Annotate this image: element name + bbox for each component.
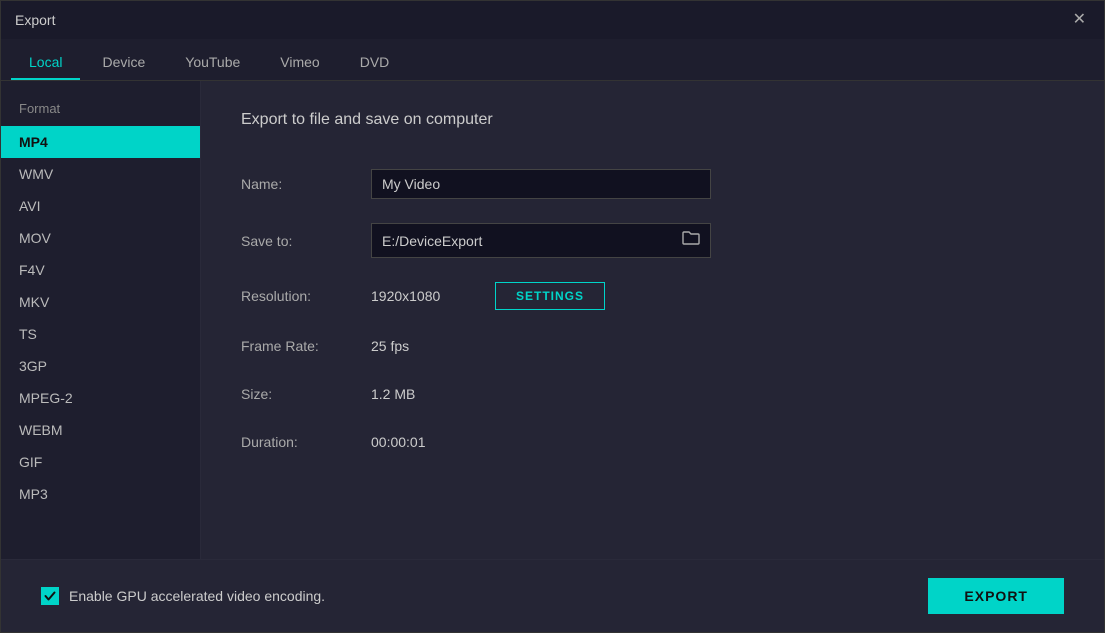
main-panel: Export to file and save on computer Name… [201,81,1104,559]
folder-icon[interactable] [682,230,700,251]
resolution-value: 1920x1080 [371,288,481,304]
duration-value: 00:00:01 [371,434,426,450]
frame-rate-value: 25 fps [371,338,409,354]
format-wmv[interactable]: WMV [1,158,200,190]
format-webm[interactable]: WEBM [1,414,200,446]
format-sidebar: Format MP4 WMV AVI MOV F4V MKV TS 3GP MP… [1,81,201,559]
settings-button[interactable]: SETTINGS [495,282,605,310]
tab-youtube[interactable]: YouTube [167,46,258,80]
tab-vimeo[interactable]: Vimeo [262,46,337,80]
format-mkv[interactable]: MKV [1,286,200,318]
format-3gp[interactable]: 3GP [1,350,200,382]
name-row-value [371,157,1064,211]
gpu-checkbox-label[interactable]: Enable GPU accelerated video encoding. [41,587,325,605]
close-button[interactable]: ✕ [1069,10,1090,30]
frame-rate-row-value: 25 fps [371,326,1064,366]
save-to-row-value: E:/DeviceExport [371,211,1064,270]
name-label: Name: [241,160,371,208]
size-value: 1.2 MB [371,386,415,402]
format-mpeg2[interactable]: MPEG-2 [1,382,200,414]
format-f4v[interactable]: F4V [1,254,200,286]
name-input[interactable] [371,169,711,199]
export-form: Name: Save to: E:/DeviceExport [241,157,1064,466]
export-button[interactable]: EXPORT [928,578,1064,614]
resolution-label: Resolution: [241,272,371,320]
tab-bar: Local Device YouTube Vimeo DVD [1,39,1104,81]
tab-dvd[interactable]: DVD [342,46,408,80]
format-gif[interactable]: GIF [1,446,200,478]
format-mov[interactable]: MOV [1,222,200,254]
frame-rate-label: Frame Rate: [241,322,371,370]
size-row-value: 1.2 MB [371,374,1064,414]
content-area: Format MP4 WMV AVI MOV F4V MKV TS 3GP MP… [1,81,1104,559]
duration-row-value: 00:00:01 [371,422,1064,462]
duration-label: Duration: [241,418,371,466]
format-avi[interactable]: AVI [1,190,200,222]
format-label: Format [1,97,200,126]
resolution-row-value: 1920x1080 SETTINGS [371,270,1064,322]
window-title: Export [15,12,55,28]
title-bar: Export ✕ [1,1,1104,39]
gpu-label-text: Enable GPU accelerated video encoding. [69,588,325,604]
format-mp4[interactable]: MP4 [1,126,200,158]
export-window: Export ✕ Local Device YouTube Vimeo DVD … [0,0,1105,633]
gpu-checkbox[interactable] [41,587,59,605]
tab-device[interactable]: Device [84,46,163,80]
size-label: Size: [241,370,371,418]
format-ts[interactable]: TS [1,318,200,350]
section-title: Export to file and save on computer [241,111,1064,129]
tab-local[interactable]: Local [11,46,80,80]
format-mp3[interactable]: MP3 [1,478,200,510]
footer: Enable GPU accelerated video encoding. E… [1,559,1104,632]
save-to-field[interactable]: E:/DeviceExport [371,223,711,258]
save-to-path: E:/DeviceExport [382,233,482,249]
save-to-label: Save to: [241,217,371,265]
